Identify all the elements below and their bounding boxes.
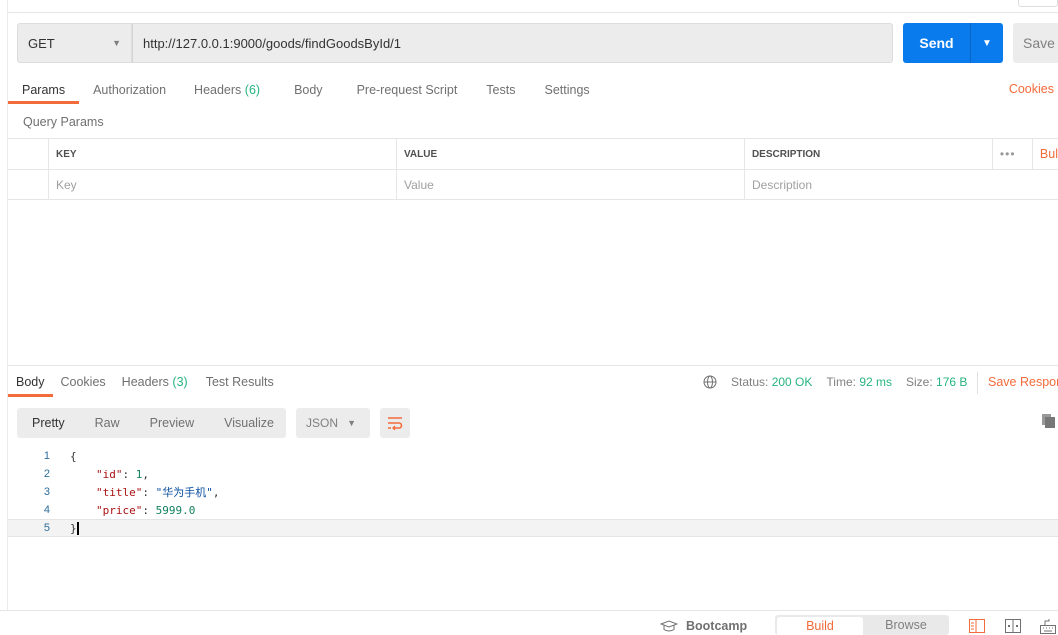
tab-headers-label: Headers (194, 83, 242, 97)
headers-count: (6) (244, 83, 261, 97)
tab-settings[interactable]: Settings (530, 80, 603, 104)
table-header-row: KEY VALUE DESCRIPTION ••• Bul (8, 138, 1058, 169)
cookies-link[interactable]: Cookies (1009, 82, 1054, 96)
status: Status: 200 OK (731, 375, 812, 389)
tab-response-body[interactable]: Body (8, 373, 53, 397)
two-pane-view-icon[interactable] (969, 618, 985, 634)
code-line: 2 "id": 1, (8, 465, 1058, 483)
line-number: 3 (43, 486, 50, 498)
split-view-icon[interactable] (1005, 618, 1021, 634)
caret-down-icon: ▼ (112, 38, 121, 48)
caret-down-icon: ▼ (347, 418, 356, 428)
format-preview[interactable]: Preview (135, 416, 209, 430)
bulk-edit-link[interactable]: Bul (1031, 139, 1058, 169)
send-options-caret-icon[interactable]: ▼ (971, 23, 1003, 63)
json-key: "id" (96, 467, 123, 481)
send-label[interactable]: Send (903, 23, 971, 63)
code-text: "id": 1, (96, 467, 149, 481)
code-text: { (70, 449, 77, 463)
size-value: 176 B (936, 375, 968, 389)
column-key: KEY (48, 139, 396, 169)
time: Time: 92 ms (826, 375, 892, 389)
json-key: "price" (96, 503, 143, 517)
code-text: } (50, 521, 79, 535)
tab-pre-request-script[interactable]: Pre-request Script (343, 80, 472, 104)
bootcamp-label: Bootcamp (686, 619, 748, 633)
wrap-icon (388, 417, 403, 430)
globe-icon[interactable] (703, 375, 717, 389)
status-value: 200 OK (771, 375, 813, 389)
response-headers-label: Headers (121, 375, 169, 389)
response-tabs: Body Cookies Headers (3) Test Results (8, 373, 282, 397)
column-description: DESCRIPTION (743, 139, 992, 169)
request-tabs: Params Authorization Headers (6) Body Pr… (8, 80, 604, 104)
response-meta: Status: 200 OK Time: 92 ms Size: 176 B (703, 375, 967, 389)
tab-body[interactable]: Body (274, 80, 343, 104)
response-headers-count: (3) (172, 375, 188, 389)
send-button[interactable]: Send ▼ (903, 23, 1003, 63)
response-body-editor[interactable]: 1{ 2 "id": 1, 3 "title": "华为手机", 4 "price":… (8, 447, 1058, 537)
code-text: "title": "华为手机", (96, 486, 220, 499)
language-value: JSON (306, 416, 339, 430)
code-line: 3 "title": "华为手机", (8, 483, 1058, 501)
save-response-button[interactable]: Save Respor (977, 372, 1058, 394)
tab-params[interactable]: Params (8, 80, 80, 104)
build-tab[interactable]: Build (777, 617, 863, 635)
graduation-cap-icon (660, 620, 678, 632)
tab-test-results[interactable]: Test Results (196, 373, 282, 397)
line-number: 5 (43, 522, 50, 534)
format-raw[interactable]: Raw (80, 416, 135, 430)
code-line: 5} (8, 519, 1058, 537)
tab-authorization[interactable]: Authorization (79, 80, 180, 104)
format-segment: Pretty Raw Preview Visualize (17, 408, 286, 438)
method-select[interactable]: GET ▼ (17, 23, 132, 63)
value-input[interactable]: Value (396, 170, 744, 199)
format-pretty[interactable]: Pretty (17, 416, 80, 430)
wrap-lines-button[interactable] (380, 408, 410, 438)
url-input[interactable]: http://127.0.0.1:9000/goods/findGoodsByI… (132, 23, 893, 63)
format-visualize[interactable]: Visualize (209, 416, 289, 430)
method-value: GET (28, 35, 55, 51)
keyboard-icon[interactable] (1040, 618, 1056, 634)
size: Size: 176 B (906, 375, 967, 389)
tab-response-headers[interactable]: Headers (3) (114, 373, 196, 397)
tab-tests[interactable]: Tests (471, 80, 530, 104)
line-number: 2 (43, 468, 50, 480)
json-key: "title" (96, 486, 143, 499)
description-input[interactable]: Description (744, 170, 1058, 199)
bootcamp-button[interactable]: Bootcamp (660, 619, 747, 633)
code-text: "price": 5999.0 (96, 503, 196, 517)
line-number: 4 (43, 504, 50, 516)
table-row: Key Value Description (8, 169, 1058, 200)
checkbox-column (8, 139, 48, 169)
query-params-table: KEY VALUE DESCRIPTION ••• Bul Key Value … (8, 138, 1058, 200)
json-value: 5999.0 (155, 503, 196, 517)
tab-response-cookies[interactable]: Cookies (53, 373, 114, 397)
copy-icon[interactable] (1042, 414, 1056, 428)
tab-headers[interactable]: Headers (6) (180, 80, 274, 104)
time-value: 92 ms (859, 375, 892, 389)
row-checkbox[interactable] (8, 170, 48, 199)
time-label: Time: (826, 375, 856, 389)
build-browse-toggle: Build Browse (775, 615, 949, 635)
code-line: 4 "price": 5999.0 (8, 501, 1058, 519)
json-value: 1 (135, 467, 143, 481)
query-params-title: Query Params (23, 115, 104, 129)
pane-divider[interactable] (8, 365, 1058, 366)
browse-tab[interactable]: Browse (863, 615, 949, 635)
line-number: 1 (43, 450, 50, 462)
column-value: VALUE (395, 139, 744, 169)
tab-strip-control[interactable] (1018, 0, 1058, 7)
size-label: Size: (906, 375, 933, 389)
more-options-icon[interactable]: ••• (991, 139, 1032, 169)
top-divider (8, 12, 1058, 13)
json-value: "华为手机" (155, 486, 213, 499)
status-label: Status: (731, 375, 769, 389)
save-button[interactable]: Save (1013, 23, 1058, 63)
language-select[interactable]: JSON ▼ (296, 408, 370, 438)
code-line: 1{ (8, 447, 1058, 465)
key-input[interactable]: Key (48, 170, 396, 199)
